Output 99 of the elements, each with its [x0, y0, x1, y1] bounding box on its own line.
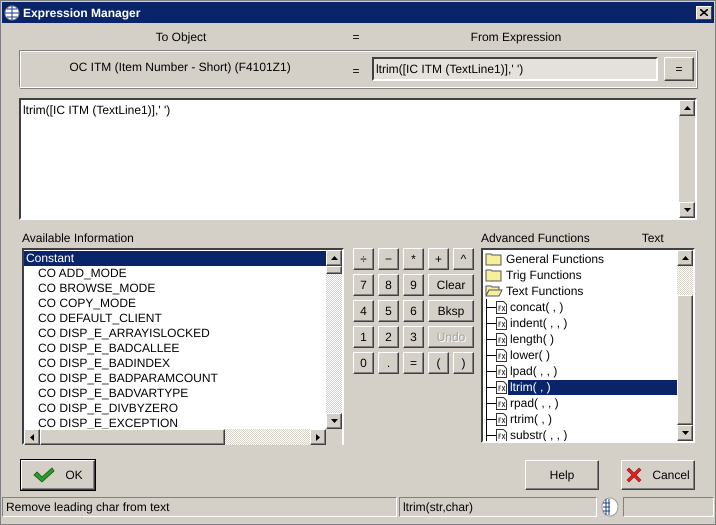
scroll-corner — [326, 429, 342, 445]
keypad-key[interactable]: ^ — [453, 248, 474, 270]
keypad-key[interactable]: Bksp — [428, 300, 474, 322]
function-icon — [496, 332, 507, 346]
list-label: Advanced Functions — [481, 232, 590, 245]
scroll-down-button[interactable] — [677, 425, 693, 441]
right-arrow-icon — [316, 434, 320, 440]
list-item[interactable]: CO DEFAULT_CLIENT — [24, 311, 326, 326]
equals-heading: = — [351, 30, 360, 44]
list-item[interactable]: CO DISP_E_BADVARTYPE — [24, 386, 326, 401]
expression-field[interactable]: ltrim([IC ITM (TextLine1)],' ') — [372, 57, 658, 81]
keypad-key[interactable]: Clear — [428, 274, 474, 296]
scrollbar[interactable] — [679, 100, 695, 218]
scroll-thumb[interactable] — [326, 266, 342, 274]
keypad-key[interactable]: ÷ — [353, 248, 374, 270]
down-arrow-icon — [684, 208, 690, 212]
function-icon — [496, 396, 507, 410]
keypad-key[interactable]: + — [428, 248, 449, 270]
check-icon — [33, 467, 56, 483]
scroll-up-button[interactable] — [679, 100, 695, 116]
down-arrow-icon — [330, 419, 338, 423]
tree-item[interactable]: concat( , ) — [508, 300, 566, 314]
list-item[interactable]: CO COPY_MODE — [24, 296, 326, 311]
keypad-key[interactable]: − — [378, 248, 399, 270]
keypad-key[interactable]: . — [378, 352, 399, 374]
keypad-key[interactable]: 3 — [403, 326, 424, 348]
scroll-thumb[interactable] — [677, 295, 693, 425]
tree-item[interactable]: lower( ) — [508, 348, 552, 362]
window-title: Expression Manager — [23, 6, 142, 20]
keypad-key[interactable]: 6 — [403, 300, 424, 322]
tree-item[interactable]: ltrim( , ) — [508, 380, 677, 394]
function-icon — [496, 412, 507, 426]
list-item[interactable]: Constant — [24, 251, 326, 266]
tree-item[interactable]: rtrim( , ) — [508, 412, 554, 426]
keypad-key[interactable]: ) — [453, 352, 474, 374]
scrollbar[interactable] — [24, 429, 326, 445]
scrollbar[interactable] — [677, 250, 693, 441]
status-syntax: ltrim(str,char) — [399, 497, 597, 517]
keypad-key[interactable]: * — [403, 248, 424, 270]
tree-item[interactable]: substr( , , ) — [508, 428, 570, 441]
ok-button[interactable]: OK — [21, 460, 95, 490]
tree-item[interactable]: lpad( , , ) — [508, 364, 560, 378]
tree-item[interactable]: length( ) — [508, 332, 556, 346]
function-icon — [496, 316, 507, 330]
keypad-key[interactable]: 2 — [378, 326, 399, 348]
expression-editor[interactable]: ltrim([IC ITM (TextLine1)],' ') — [19, 98, 697, 220]
scroll-up-button[interactable] — [677, 250, 693, 266]
help-button[interactable]: Help — [525, 460, 599, 490]
list-item[interactable]: CO DISP_E_ARRAYISLOCKED — [24, 326, 326, 341]
list-item[interactable]: CO DISP_E_DIVBYZERO — [24, 401, 326, 416]
keypad-key[interactable]: 7 — [353, 274, 374, 296]
scroll-left-button[interactable] — [24, 429, 40, 445]
close-icon — [626, 467, 642, 483]
keypad-key[interactable]: 0 — [353, 352, 374, 374]
keypad-key[interactable]: 9 — [403, 274, 424, 296]
equals-sign: = — [351, 63, 360, 78]
list-item[interactable]: CO DISP_E_BADPARAMCOUNT — [24, 371, 326, 386]
tree-item[interactable]: General Functions — [504, 252, 606, 266]
list-label: Available Information — [22, 232, 134, 245]
target-object: OC ITM (Item Number - Short) (F4101Z1) — [68, 60, 292, 76]
function-icon — [496, 380, 507, 394]
assign-button[interactable]: = — [664, 57, 694, 81]
globe-icon — [599, 497, 621, 517]
keypad-key[interactable]: 1 — [353, 326, 374, 348]
down-arrow-icon — [682, 431, 688, 435]
up-arrow-icon — [684, 106, 690, 110]
scroll-down-button[interactable] — [326, 413, 342, 429]
globe-icon — [4, 4, 20, 20]
close-button[interactable] — [696, 6, 712, 20]
status-description: Remove leading char from text — [2, 497, 397, 517]
scroll-thumb[interactable] — [40, 429, 225, 445]
function-icon — [496, 364, 507, 378]
keypad-key[interactable]: ( — [428, 352, 449, 374]
tree-item[interactable]: indent( , , ) — [508, 316, 570, 330]
list-item[interactable]: CO DISP_E_BADINDEX — [24, 356, 326, 371]
tree-item[interactable]: Trig Functions — [504, 268, 584, 282]
keypad-key[interactable]: 4 — [353, 300, 374, 322]
function-icon — [496, 348, 507, 362]
list-item[interactable]: CO DISP_E_BADCALLEE — [24, 341, 326, 356]
tree-item[interactable]: rpad( , , ) — [508, 396, 561, 410]
keypad-key[interactable]: 5 — [378, 300, 399, 322]
up-arrow-icon — [682, 256, 688, 260]
scroll-up-button[interactable] — [326, 250, 342, 266]
column-heading: To Object — [154, 30, 208, 44]
up-arrow-icon — [330, 256, 338, 260]
list-item[interactable]: CO ADD_MODE — [24, 266, 326, 281]
category-label: Text — [642, 232, 664, 245]
keypad-key[interactable]: 8 — [378, 274, 399, 296]
tree-item[interactable]: Text Functions — [504, 284, 586, 298]
close-icon — [700, 9, 708, 16]
left-arrow-icon — [30, 434, 34, 440]
column-heading: From Expression — [470, 30, 562, 44]
scrollbar[interactable] — [326, 250, 342, 429]
keypad-key[interactable]: = — [403, 352, 424, 374]
scroll-down-button[interactable] — [679, 202, 695, 218]
scroll-right-button[interactable] — [310, 429, 326, 445]
function-icon — [496, 300, 507, 314]
list-item[interactable]: CO BROWSE_MODE — [24, 281, 326, 296]
cancel-button[interactable]: Cancel — [621, 460, 695, 490]
